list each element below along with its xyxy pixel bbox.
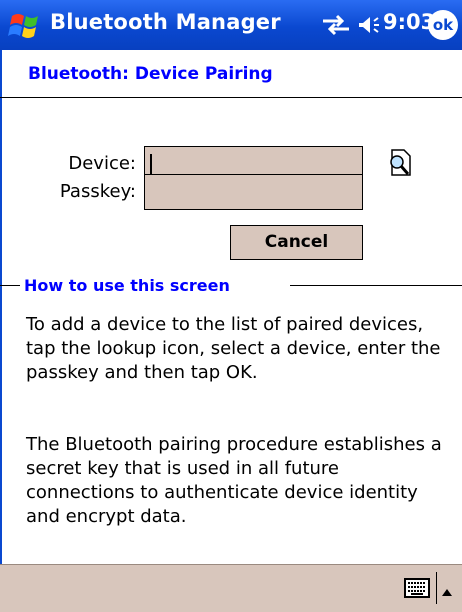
keyboard-icon[interactable] bbox=[404, 578, 430, 598]
title-bar: Bluetooth Manager 9:03 ok bbox=[0, 0, 462, 50]
menu-bar bbox=[0, 564, 462, 612]
lookup-icon[interactable] bbox=[384, 147, 414, 179]
up-arrow-icon[interactable] bbox=[441, 582, 453, 596]
page-title: Bluetooth: Device Pairing bbox=[28, 64, 273, 84]
help-paragraph-2: The Bluetooth pairing procedure establis… bbox=[26, 434, 442, 527]
text-caret bbox=[150, 154, 152, 176]
connectivity-icon[interactable] bbox=[320, 12, 352, 38]
device-label: Device: bbox=[68, 153, 136, 174]
frame-edge bbox=[0, 50, 2, 564]
section-title: How to use this screen bbox=[20, 276, 234, 295]
ok-button[interactable]: ok bbox=[428, 10, 458, 40]
help-paragraph-1: To add a device to the list of paired de… bbox=[26, 314, 441, 383]
windows-flag-icon[interactable] bbox=[6, 8, 44, 42]
separator bbox=[436, 572, 437, 604]
divider bbox=[0, 97, 462, 98]
passkey-label: Passkey: bbox=[59, 181, 136, 202]
app-title: Bluetooth Manager bbox=[50, 10, 281, 34]
passkey-field[interactable] bbox=[144, 174, 363, 210]
speaker-icon[interactable] bbox=[356, 12, 382, 38]
cancel-button[interactable]: Cancel bbox=[230, 225, 363, 260]
